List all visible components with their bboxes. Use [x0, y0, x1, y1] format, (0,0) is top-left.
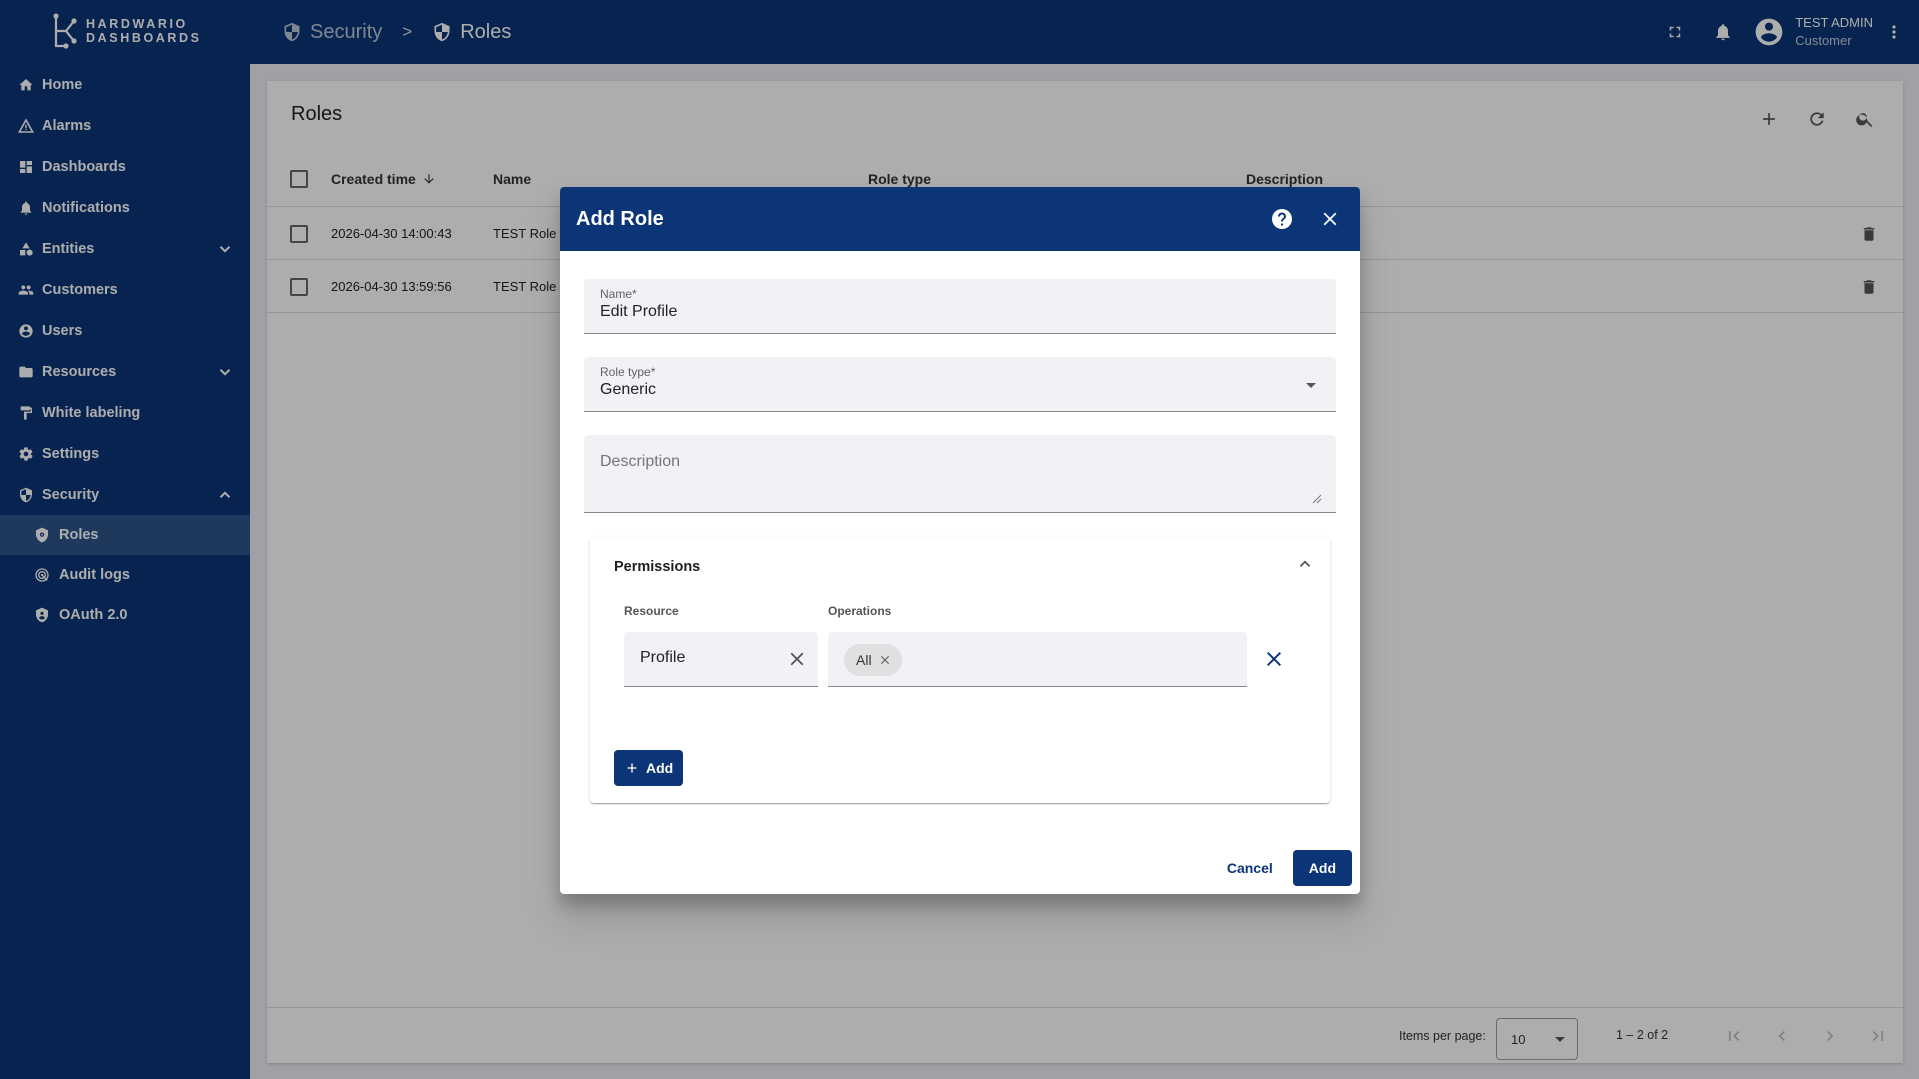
- name-field[interactable]: Name* Edit Profile: [584, 279, 1336, 334]
- chip-label: All: [856, 652, 872, 668]
- chevron-up-icon: [1299, 560, 1311, 567]
- help-button[interactable]: [1258, 195, 1306, 243]
- role-type-label: Role type*: [600, 365, 656, 379]
- close-icon: [1267, 652, 1281, 666]
- resource-column-label: Resource: [624, 604, 679, 618]
- operation-chip: All: [844, 644, 902, 676]
- help-icon: [1272, 209, 1292, 229]
- permissions-title: Permissions: [614, 559, 701, 575]
- description-placeholder: Description: [600, 453, 681, 470]
- dialog-title: Add Role: [576, 207, 664, 230]
- operations-chip-input[interactable]: All: [828, 632, 1247, 687]
- role-type-value: Generic: [600, 381, 657, 398]
- add-permission-label: Add: [646, 760, 674, 776]
- resource-value: Profile: [640, 649, 686, 666]
- remove-permission-button[interactable]: [1262, 647, 1286, 671]
- role-type-select[interactable]: Role type* Generic: [584, 357, 1336, 412]
- plus-icon: [627, 763, 637, 773]
- add-role-dialog: Add Role Name* Edit Profile Role type* G…: [560, 187, 1360, 894]
- close-icon: [1323, 212, 1337, 226]
- operations-column-label: Operations: [828, 604, 892, 618]
- dialog-header: Add Role: [560, 187, 1360, 251]
- name-value: Edit Profile: [600, 303, 678, 320]
- add-permission-button[interactable]: Add: [614, 750, 684, 786]
- submit-add-button[interactable]: Add: [1292, 850, 1352, 886]
- permissions-panel: Permissions Resource Operations Profile …: [590, 537, 1330, 803]
- cancel-button[interactable]: Cancel: [1217, 850, 1283, 886]
- description-field[interactable]: Description: [584, 435, 1336, 513]
- close-dialog-button[interactable]: [1306, 195, 1354, 243]
- close-icon: [790, 652, 804, 666]
- resource-select[interactable]: Profile: [624, 632, 818, 687]
- name-label: Name*: [600, 287, 637, 301]
- permissions-collapse-button[interactable]: [1296, 555, 1314, 573]
- resize-handle-icon[interactable]: [1312, 494, 1322, 504]
- clear-resource-button[interactable]: [786, 648, 808, 670]
- dropdown-caret-icon: [1306, 383, 1316, 388]
- chip-remove-icon[interactable]: [878, 653, 892, 667]
